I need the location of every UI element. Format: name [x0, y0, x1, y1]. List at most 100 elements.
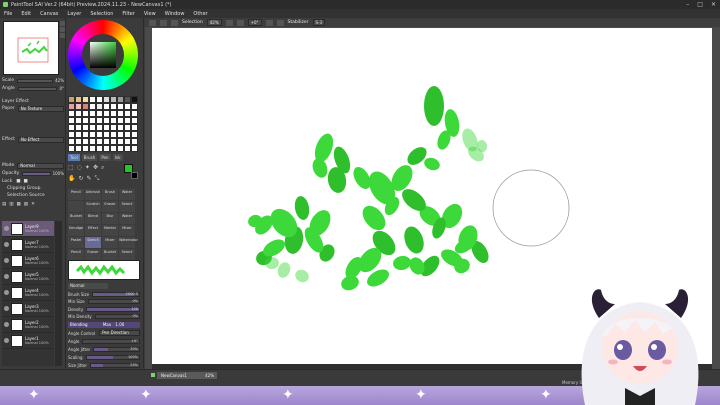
minimize-icon[interactable]: –: [686, 1, 689, 8]
visibility-icon[interactable]: [4, 258, 9, 263]
paper-select[interactable]: No Texture: [17, 105, 64, 112]
angle-slider[interactable]: [17, 86, 58, 91]
color-swatch[interactable]: [131, 110, 138, 117]
color-swatch[interactable]: [75, 103, 82, 110]
visibility-icon[interactable]: [4, 290, 9, 295]
rotate-icon[interactable]: ↻: [78, 175, 83, 182]
tool-button[interactable]: Mixer: [119, 225, 135, 236]
menu-file[interactable]: File: [4, 11, 12, 17]
color-swatch[interactable]: [96, 110, 103, 117]
color-swatch[interactable]: [124, 131, 131, 138]
color-swatch[interactable]: [68, 124, 75, 131]
color-swatch[interactable]: [68, 117, 75, 124]
color-swatch[interactable]: [82, 145, 89, 152]
color-swatch[interactable]: [89, 138, 96, 145]
color-swatch[interactable]: [75, 124, 82, 131]
color-swatch[interactable]: [68, 131, 75, 138]
color-swatch[interactable]: [68, 103, 75, 110]
color-swatch[interactable]: [117, 138, 124, 145]
color-swatch[interactable]: [110, 145, 117, 152]
color-swatch[interactable]: [96, 103, 103, 110]
tool-button[interactable]: Eraser: [102, 201, 118, 212]
color-swatch[interactable]: [124, 96, 131, 103]
color-swatch[interactable]: [89, 145, 96, 152]
rotation-select[interactable]: +0°: [247, 19, 262, 26]
move-icon[interactable]: ✥: [93, 164, 98, 171]
color-swatch[interactable]: [96, 124, 103, 131]
visibility-icon[interactable]: [4, 322, 9, 327]
tool-button[interactable]: [68, 201, 84, 212]
menu-canvas[interactable]: Canvas: [40, 11, 58, 17]
color-swatch[interactable]: [124, 103, 131, 110]
layer-item[interactable]: Layer2 Normal 100%: [2, 317, 54, 333]
color-swatch[interactable]: [82, 138, 89, 145]
color-swatch[interactable]: [110, 138, 117, 145]
visibility-icon[interactable]: [4, 226, 9, 231]
tool-button[interactable]: Water: [119, 189, 135, 200]
layer-item[interactable]: Layer3 Normal 100%: [2, 301, 54, 317]
layer-item[interactable]: Layer1 Normal 100%: [2, 333, 54, 349]
color-swatch[interactable]: [124, 124, 131, 131]
tool-button[interactable]: Blend: [85, 213, 101, 224]
angle-jitter-slider[interactable]: 30%: [93, 346, 140, 352]
delete-layer-icon[interactable]: ✕: [31, 202, 35, 207]
color-swatch[interactable]: [82, 124, 89, 131]
tool-button[interactable]: Pastel: [68, 237, 84, 248]
menu-filter[interactable]: Filter: [122, 11, 134, 17]
color-swatch[interactable]: [124, 117, 131, 124]
menu-window[interactable]: Window: [165, 11, 185, 17]
document-tab[interactable]: NewCanvas1 42%: [157, 372, 217, 379]
saturation-value-square[interactable]: [90, 42, 116, 68]
color-swatch[interactable]: [103, 96, 110, 103]
eyedropper-icon[interactable]: ✎: [87, 175, 92, 182]
zoom-out-icon[interactable]: [60, 27, 65, 32]
tool-button[interactable]: Scratch: [85, 201, 101, 212]
layer-scrollbar[interactable]: [55, 221, 62, 366]
lock-transparency-checkbox[interactable]: ■: [16, 179, 20, 184]
close-icon[interactable]: ✕: [711, 1, 716, 8]
color-swatch[interactable]: [89, 103, 96, 110]
tool-button[interactable]: Airbrush: [85, 189, 101, 200]
color-wheel[interactable]: [68, 20, 138, 90]
color-swatch[interactable]: [82, 131, 89, 138]
merge-layer-icon[interactable]: ▧: [24, 202, 28, 207]
rotate-icon[interactable]: [60, 33, 65, 38]
color-swatch[interactable]: [103, 124, 110, 131]
color-swatch[interactable]: [68, 110, 75, 117]
zoom-select[interactable]: 42%: [206, 19, 222, 26]
tab-brush[interactable]: Brush: [81, 154, 98, 161]
color-swatch[interactable]: [110, 117, 117, 124]
color-swatch[interactable]: [82, 103, 89, 110]
tool-button[interactable]: Marker: [102, 225, 118, 236]
density-slider[interactable]: 100: [86, 306, 140, 312]
tool-button[interactable]: Pencil: [68, 189, 84, 200]
tool-button[interactable]: Sketch: [85, 237, 101, 248]
tab-tool[interactable]: Tool: [68, 154, 80, 161]
color-swatch[interactable]: [68, 96, 75, 103]
transform-icon[interactable]: ⤡: [95, 175, 100, 183]
color-swatch[interactable]: [110, 110, 117, 117]
copy-layer-icon[interactable]: ▦: [17, 202, 21, 207]
color-swatch[interactable]: [96, 138, 103, 145]
lasso-icon[interactable]: ◌: [77, 164, 82, 171]
color-swatch[interactable]: [96, 145, 103, 152]
color-swatch[interactable]: [75, 131, 82, 138]
layer-item[interactable]: Layer7 Normal 100%: [2, 237, 54, 253]
visibility-icon[interactable]: [4, 306, 9, 311]
visibility-icon[interactable]: [4, 274, 9, 279]
color-swatch[interactable]: [117, 103, 124, 110]
color-swatch[interactable]: [110, 131, 117, 138]
layer-item[interactable]: Layer5 Normal 100%: [2, 269, 54, 285]
redo-icon[interactable]: [160, 19, 167, 26]
color-swatch[interactable]: [96, 131, 103, 138]
color-swatch[interactable]: [68, 145, 75, 152]
tool-button[interactable]: Bucket: [68, 213, 84, 224]
opacity-slider[interactable]: [22, 171, 51, 176]
color-swatch[interactable]: [117, 145, 124, 152]
color-swatch[interactable]: [103, 110, 110, 117]
mode-select[interactable]: Normal: [17, 162, 64, 169]
color-swatch[interactable]: [75, 138, 82, 145]
color-swatch[interactable]: [131, 145, 138, 152]
lock-pixels-checkbox[interactable]: ■: [24, 179, 28, 184]
visibility-icon[interactable]: [4, 242, 9, 247]
